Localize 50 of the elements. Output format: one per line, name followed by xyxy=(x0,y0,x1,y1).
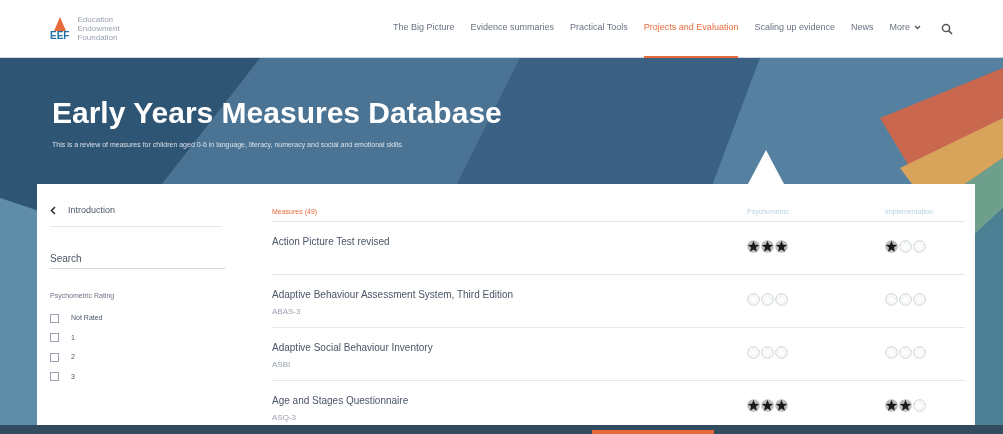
checkbox[interactable] xyxy=(50,313,59,323)
measure-link[interactable]: Age and Stages Questionnaire xyxy=(272,393,747,408)
empty-star-icon xyxy=(761,346,774,359)
search-icon[interactable] xyxy=(941,22,953,35)
empty-star-icon xyxy=(913,240,926,253)
logo-text: Foundation xyxy=(77,33,119,42)
nav-link[interactable]: Practical Tools xyxy=(570,0,628,58)
back-link[interactable]: Introduction xyxy=(68,204,116,218)
page-title: Early Years Measures Database xyxy=(52,95,503,131)
filled-star-icon xyxy=(761,399,774,412)
nav-link[interactable]: Evidence summaries xyxy=(470,0,554,58)
search-field[interactable]: Search xyxy=(50,248,225,269)
filled-star-icon xyxy=(775,399,788,412)
empty-star-icon xyxy=(913,346,926,359)
empty-star-icon xyxy=(885,293,898,306)
checkbox[interactable] xyxy=(50,333,59,343)
checkbox[interactable] xyxy=(50,352,59,362)
nav-link[interactable]: News xyxy=(850,0,874,58)
empty-star-icon xyxy=(747,346,760,359)
logo-text: Endowment xyxy=(77,24,120,33)
empty-star-icon xyxy=(747,293,760,306)
empty-star-icon xyxy=(899,293,912,306)
logo-mark: EEF xyxy=(50,30,70,41)
measure-abbreviation: ABAS-3 xyxy=(272,306,302,318)
checkbox[interactable] xyxy=(50,372,59,382)
empty-star-icon xyxy=(885,346,898,359)
back-icon[interactable] xyxy=(50,206,56,216)
measure-link[interactable]: Adaptive Behaviour Assessment System, Third Edition xyxy=(272,287,747,302)
nav-link[interactable]: More xyxy=(889,0,921,58)
empty-star-icon xyxy=(913,293,926,306)
nav-link[interactable]: Scaling up evidence xyxy=(754,0,835,58)
filled-star-icon xyxy=(885,399,898,412)
empty-star-icon xyxy=(899,346,912,359)
measure-link[interactable]: Adaptive Social Behaviour Inventory xyxy=(272,340,747,355)
filled-star-icon xyxy=(747,399,760,412)
measure-abbreviation: ASQ-3 xyxy=(272,412,297,424)
empty-star-icon xyxy=(761,293,774,306)
empty-star-icon xyxy=(775,293,788,306)
filled-star-icon xyxy=(747,240,760,253)
measure-link[interactable]: Action Picture Test revised xyxy=(272,234,747,249)
filled-star-icon xyxy=(761,240,774,253)
logo-icon xyxy=(52,16,67,31)
filled-star-icon xyxy=(885,240,898,253)
filled-star-icon xyxy=(775,240,788,253)
nav-link[interactable]: The Big Picture xyxy=(392,0,455,58)
filled-star-icon xyxy=(899,399,912,412)
empty-star-icon xyxy=(775,346,788,359)
logo-text: Education xyxy=(77,15,115,24)
measure-abbreviation: ASBI xyxy=(272,359,292,371)
chevron-down-icon xyxy=(914,25,921,30)
